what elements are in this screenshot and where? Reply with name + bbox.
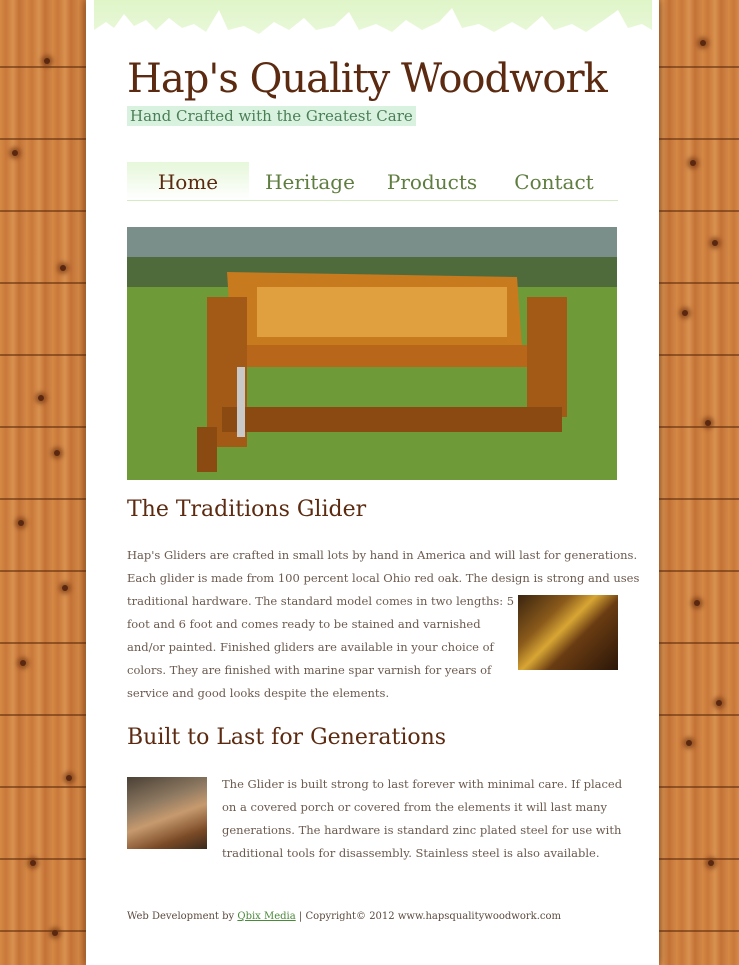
paragraph-line: service and good looks despite the eleme…: [127, 686, 390, 700]
site-title[interactable]: Hap's Quality Woodwork: [127, 56, 608, 102]
nav-item-contact[interactable]: Contact: [493, 162, 615, 200]
hand-plane-thumbnail-image: [127, 777, 207, 849]
site-tagline: Hand Crafted with the Greatest Care: [127, 106, 416, 126]
built-paragraph: The Glider is built strong to last forev…: [222, 773, 623, 865]
nav-item-home[interactable]: Home: [127, 162, 249, 200]
treeline-banner: [94, 0, 652, 62]
footer-prefix: Web Development by: [127, 911, 235, 922]
paragraph-line: on a covered porch or covered from the e…: [222, 800, 608, 814]
nav-item-heritage[interactable]: Heritage: [249, 162, 371, 200]
nav-item-products[interactable]: Products: [371, 162, 493, 200]
paragraph-line: generations. The hardware is standard zi…: [222, 823, 622, 837]
footer-copyright: | Copyright© 2012 www.hapsqualitywoodwor…: [298, 911, 562, 922]
hero-glider-image: [127, 227, 617, 480]
paragraph-line: traditional tools for disassembly. Stain…: [222, 846, 600, 860]
section-heading-traditions: The Traditions Glider: [127, 497, 367, 522]
paragraph-line: Hap's Gliders are crafted in small lots …: [127, 548, 638, 562]
footer: Web Development by Qbix Media | Copyrigh…: [127, 911, 561, 922]
lumber-thumbnail-image: [518, 595, 618, 670]
paragraph-line: Each glider is made from 100 percent loc…: [127, 571, 640, 585]
paragraph-line: The Glider is built strong to last forev…: [222, 777, 623, 791]
section-heading-built: Built to Last for Generations: [127, 725, 447, 750]
qbix-media-link[interactable]: Qbix Media: [237, 911, 295, 922]
main-nav: Home Heritage Products Contact: [127, 162, 618, 201]
